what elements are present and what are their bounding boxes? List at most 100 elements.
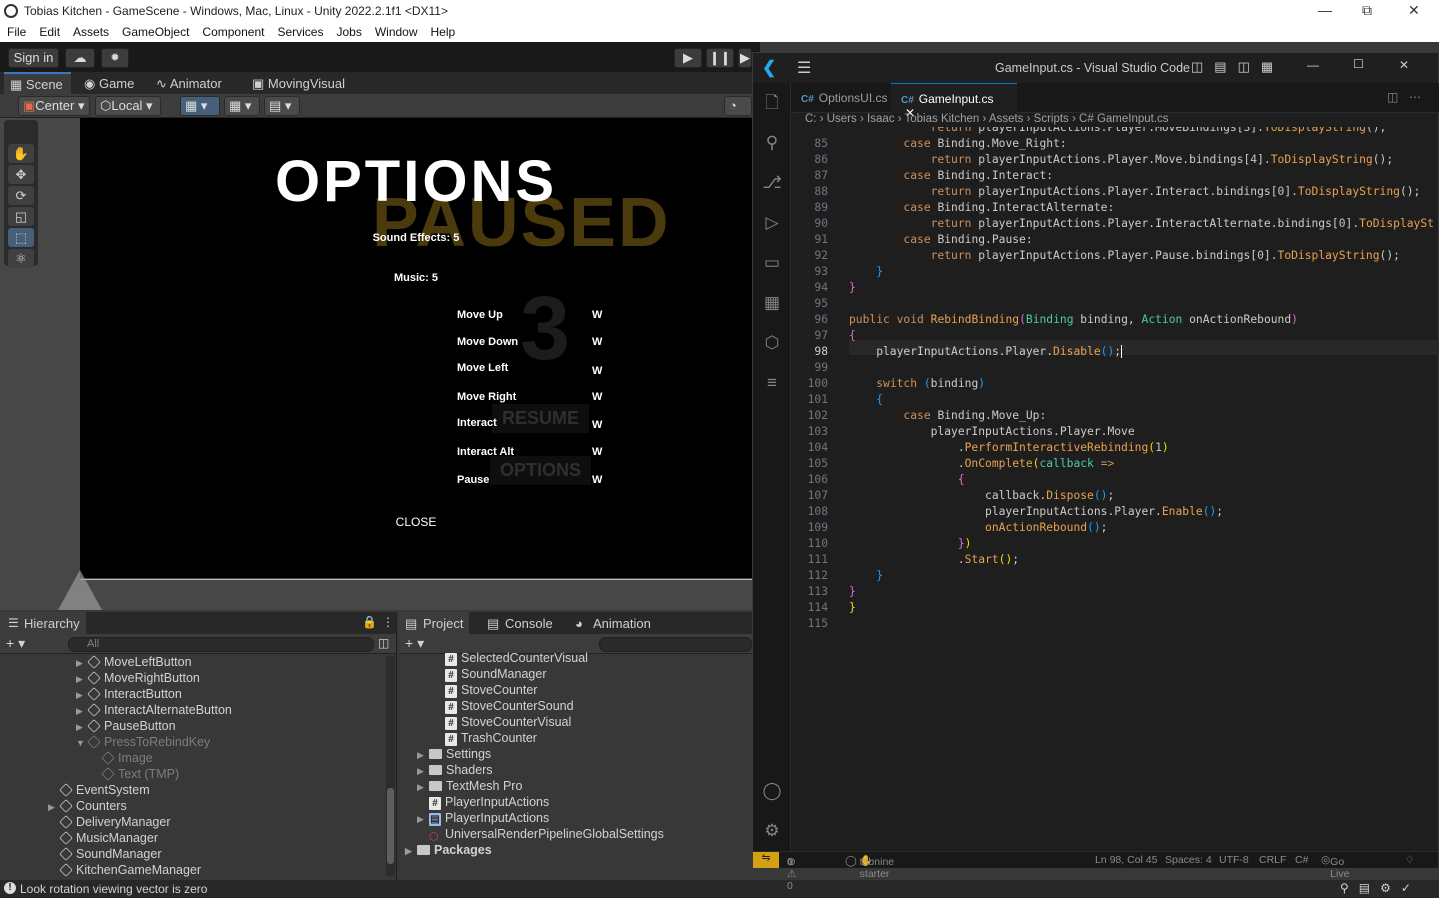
account-icon[interactable]: ◯: [762, 781, 782, 801]
cloud-icon[interactable]: ☁: [65, 48, 95, 68]
menu-window[interactable]: Window: [368, 22, 424, 39]
sound-effects-button[interactable]: Sound Effects: 5: [80, 232, 752, 244]
breadcrumb-item[interactable]: Scripts: [1034, 113, 1069, 125]
transform-tool-icon[interactable]: ⚛: [8, 249, 34, 268]
vscode-close-button[interactable]: ✕: [1399, 58, 1409, 72]
hierarchy-item[interactable]: EventSystem: [59, 782, 150, 798]
move-down-binding[interactable]: Move Down W: [457, 336, 617, 356]
pivot-center-dropdown[interactable]: ▣Center ▾: [18, 96, 90, 116]
project-folder[interactable]: ▶ Settings: [417, 746, 491, 762]
breadcrumb-item[interactable]: Tobias Kitchen: [905, 113, 980, 125]
hierarchy-item[interactable]: Image: [101, 750, 153, 766]
tab-console[interactable]: ▤ Console: [481, 612, 559, 634]
kebab-menu-icon[interactable]: ⋮: [382, 615, 394, 629]
project-folder[interactable]: ▶ Shaders: [417, 762, 493, 778]
close-button[interactable]: CLOSE: [80, 515, 752, 529]
hierarchy-item[interactable]: Text (TMP): [101, 766, 179, 782]
split-editor-icon[interactable]: ◫: [1387, 90, 1398, 104]
collab-icon[interactable]: ✹: [101, 48, 129, 68]
tab-project[interactable]: ▤ Project: [399, 612, 470, 634]
remote-indicator[interactable]: ⇋: [753, 852, 779, 868]
explorer-icon[interactable]: 🗋: [762, 93, 782, 113]
project-item[interactable]: # SoundManager: [445, 666, 546, 682]
move-up-binding[interactable]: Move Up W: [457, 309, 617, 329]
language-mode[interactable]: C#: [1295, 854, 1308, 866]
search-icon[interactable]: ⚲: [762, 133, 782, 153]
vscode-minimize-button[interactable]: —: [1307, 58, 1319, 72]
hierarchy-item[interactable]: ▶ InteractAlternateButton: [76, 702, 232, 718]
hierarchy-item[interactable]: ▼ PressToRebindKey: [76, 734, 210, 750]
rect-tool-icon[interactable]: ⬚: [8, 228, 34, 247]
scene-view[interactable]: ✋ ✥ ⟳ ◱ ⬚ ⚛ PAUSED 3 RESUME OPTIONS OPTI…: [0, 118, 752, 610]
pause-button[interactable]: ❙❙: [706, 48, 734, 68]
settings-gear-icon[interactable]: ⚙: [762, 821, 782, 841]
grid-snap-button[interactable]: ▦ ▾: [180, 96, 220, 116]
lock-icon[interactable]: 🔒: [362, 615, 377, 629]
tab-animator[interactable]: ∿ Animator: [150, 72, 230, 94]
increment-snap-button[interactable]: ▦ ▾: [224, 96, 260, 116]
pause-binding[interactable]: Pause W: [457, 474, 617, 494]
project-item[interactable]: ⬡ UniversalRenderPipelineGlobalSettings: [429, 826, 664, 843]
menu-services[interactable]: Services: [270, 22, 329, 39]
hierarchy-item[interactable]: ▶ MoveRightButton: [76, 670, 200, 686]
project-folder[interactable]: ▶ Packages: [405, 842, 492, 858]
hierarchy-search-input[interactable]: All: [68, 637, 374, 652]
hierarchy-item[interactable]: ▶ InteractButton: [76, 686, 182, 702]
hierarchy-item[interactable]: SoundManager: [59, 846, 161, 862]
project-search-input[interactable]: [599, 637, 752, 652]
tabnine-icon[interactable]: ⬡: [762, 333, 782, 353]
breadcrumb-item[interactable]: Isaac: [867, 113, 895, 125]
minimize-button[interactable]: —: [1318, 2, 1332, 18]
project-folder[interactable]: ▶ TextMesh Pro: [417, 778, 522, 794]
go-live-button[interactable]: ◎ Go Live: [1321, 854, 1349, 880]
tab-gameinput[interactable]: C# GameInput.cs ✕: [891, 83, 1017, 120]
project-item[interactable]: # TrashCounter: [445, 730, 537, 746]
tab-optionsui[interactable]: C# OptionsUI.cs: [791, 83, 891, 113]
project-item[interactable]: # StoveCounter: [445, 682, 537, 698]
hierarchy-item[interactable]: KitchenGameManager: [59, 862, 201, 878]
close-button[interactable]: ✕: [1408, 2, 1420, 19]
project-item[interactable]: # StoveCounterVisual: [445, 714, 571, 730]
hierarchy-item[interactable]: MusicManager: [59, 830, 158, 846]
line-ending[interactable]: CRLF: [1259, 854, 1286, 866]
breadcrumb-item[interactable]: Users: [827, 113, 857, 125]
move-right-binding[interactable]: Move Right W: [457, 391, 617, 411]
menu-help[interactable]: Help: [424, 22, 462, 39]
tabnine-status[interactable]: ◯ tabnine starter ✋: [845, 854, 894, 880]
cursor-position[interactable]: Ln 98, Col 45: [1095, 854, 1157, 866]
sign-in-button[interactable]: Sign in: [8, 48, 59, 68]
project-item[interactable]: # PlayerInputActions: [429, 794, 549, 810]
render-mode-button[interactable]: ▤ ▾: [264, 96, 300, 116]
breadcrumb-item[interactable]: Assets: [989, 113, 1024, 125]
create-plus-button[interactable]: + ▾: [405, 635, 424, 652]
console-message[interactable]: Look rotation viewing vector is zero: [20, 882, 207, 896]
breadcrumb-item[interactable]: C# GameInput.cs: [1079, 113, 1168, 125]
project-item[interactable]: ▶ ▤ PlayerInputActions: [417, 810, 549, 826]
outline-icon[interactable]: ≡: [762, 373, 782, 393]
shading-mode-button[interactable]: ◔: [724, 96, 752, 116]
extensions-icon[interactable]: ▦: [762, 293, 782, 313]
play-button[interactable]: ▶: [674, 48, 702, 68]
interact-alt-binding[interactable]: Interact Alt W: [457, 446, 617, 466]
breadcrumb-item[interactable]: C:: [805, 113, 817, 125]
notifications-icon[interactable]: ♢: [1405, 854, 1414, 866]
tab-animation[interactable]: ◕ Animation: [569, 612, 657, 634]
hierarchy-item[interactable]: ▶ Counters: [48, 798, 127, 814]
music-button[interactable]: Music: 5: [80, 272, 752, 284]
run-debug-icon[interactable]: ▷: [762, 213, 782, 233]
hamburger-menu-icon[interactable]: ☰: [797, 58, 811, 78]
menu-component[interactable]: Component: [195, 22, 270, 39]
more-actions-icon[interactable]: ⋯: [1409, 90, 1421, 104]
tab-movingvisual[interactable]: ▣ MovingVisual: [246, 72, 353, 94]
tab-game[interactable]: ◉ Game: [78, 72, 142, 94]
rotate-tool-icon[interactable]: ⟳: [8, 186, 34, 205]
menu-gameobject[interactable]: GameObject: [115, 22, 195, 39]
code-editor[interactable]: 85 86 87 88 89 90 91 92 93 94 95 96 97 9…: [791, 127, 1439, 851]
restore-button[interactable]: ⧉: [1362, 2, 1372, 19]
scale-tool-icon[interactable]: ◱: [8, 207, 34, 226]
project-item[interactable]: # StoveCounterSound: [445, 698, 574, 714]
hierarchy-item[interactable]: ▶ MoveLeftButton: [76, 654, 192, 670]
indentation[interactable]: Spaces: 4: [1165, 854, 1212, 866]
encoding[interactable]: UTF-8: [1219, 854, 1249, 866]
hierarchy-item[interactable]: DeliveryManager: [59, 814, 170, 830]
